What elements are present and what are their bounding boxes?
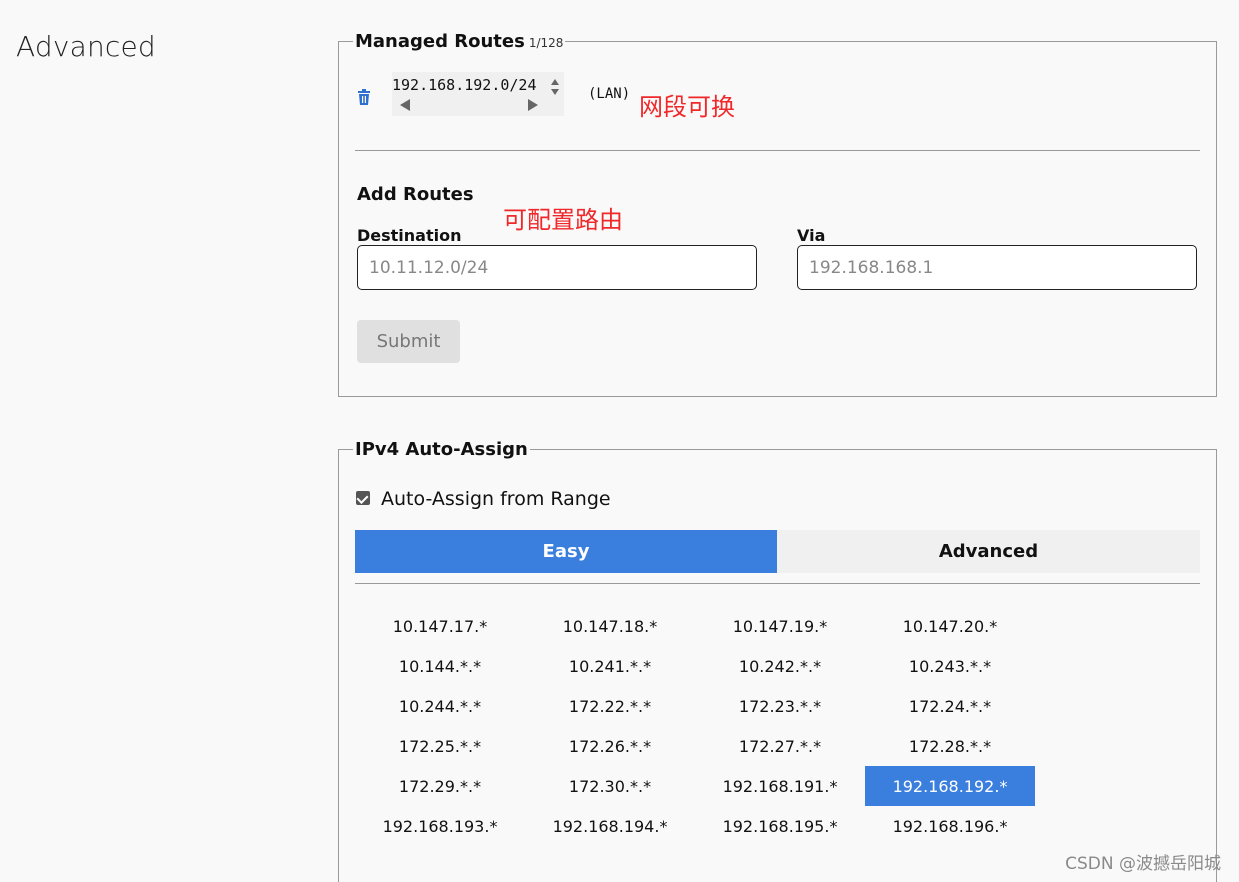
route-count: 1/128: [528, 36, 564, 50]
range-option[interactable]: 172.26.*.*: [525, 726, 695, 766]
ipv4-legend: IPv4 Auto-Assign: [353, 439, 530, 460]
destination-label: Destination: [357, 226, 462, 245]
annotation-routes: 可配置路由: [503, 206, 623, 234]
range-option[interactable]: 172.24.*.*: [865, 686, 1035, 726]
range-option[interactable]: 172.23.*.*: [695, 686, 865, 726]
range-option[interactable]: 172.22.*.*: [525, 686, 695, 726]
range-option[interactable]: 10.242.*.*: [695, 646, 865, 686]
range-option[interactable]: 10.147.17.*: [355, 606, 525, 646]
range-option[interactable]: 192.168.191.*: [695, 766, 865, 806]
managed-routes-title: Managed Routes: [355, 31, 525, 52]
range-option-selected[interactable]: 192.168.192.*: [865, 766, 1035, 806]
submit-button[interactable]: Submit: [357, 320, 460, 363]
destination-input[interactable]: [357, 245, 757, 290]
range-grid: 10.147.17.* 10.147.18.* 10.147.19.* 10.147.…: [355, 606, 1035, 846]
range-option[interactable]: 10.144.*.*: [355, 646, 525, 686]
spinner-arrows-icon[interactable]: [550, 78, 560, 96]
range-option[interactable]: 172.27.*.*: [695, 726, 865, 766]
routes-divider: [355, 150, 1200, 151]
range-option[interactable]: 10.243.*.*: [865, 646, 1035, 686]
range-option[interactable]: 192.168.196.*: [865, 806, 1035, 846]
annotation-segment: 网段可换: [639, 93, 735, 121]
tabs-divider: [355, 583, 1200, 584]
managed-routes-legend: Managed Routes 1/128: [353, 31, 566, 52]
range-option[interactable]: 172.30.*.*: [525, 766, 695, 806]
range-option[interactable]: 172.28.*.*: [865, 726, 1035, 766]
route-tag: (LAN): [588, 86, 631, 102]
via-input[interactable]: [797, 245, 1197, 290]
range-option[interactable]: 192.168.193.*: [355, 806, 525, 846]
range-option[interactable]: 192.168.194.*: [525, 806, 695, 846]
via-label: Via: [797, 226, 826, 245]
range-option[interactable]: 172.29.*.*: [355, 766, 525, 806]
trash-icon[interactable]: [357, 89, 371, 105]
range-option[interactable]: 10.147.20.*: [865, 606, 1035, 646]
auto-assign-label[interactable]: Auto-Assign from Range: [381, 488, 611, 510]
range-option[interactable]: 10.244.*.*: [355, 686, 525, 726]
range-option[interactable]: 10.147.19.*: [695, 606, 865, 646]
tab-easy[interactable]: Easy: [355, 530, 777, 573]
section-title: Advanced: [16, 30, 156, 63]
range-option[interactable]: 10.241.*.*: [525, 646, 695, 686]
scroll-left-icon[interactable]: [400, 99, 410, 111]
route-value: 192.168.192.0/24: [392, 76, 537, 94]
range-option[interactable]: 172.25.*.*: [355, 726, 525, 766]
range-option[interactable]: 10.147.18.*: [525, 606, 695, 646]
scroll-right-icon[interactable]: [528, 99, 538, 111]
watermark: CSDN @波撼岳阳城: [1065, 854, 1221, 874]
add-routes-title: Add Routes: [357, 184, 474, 205]
range-option[interactable]: 192.168.195.*: [695, 806, 865, 846]
tab-advanced[interactable]: Advanced: [777, 530, 1200, 573]
